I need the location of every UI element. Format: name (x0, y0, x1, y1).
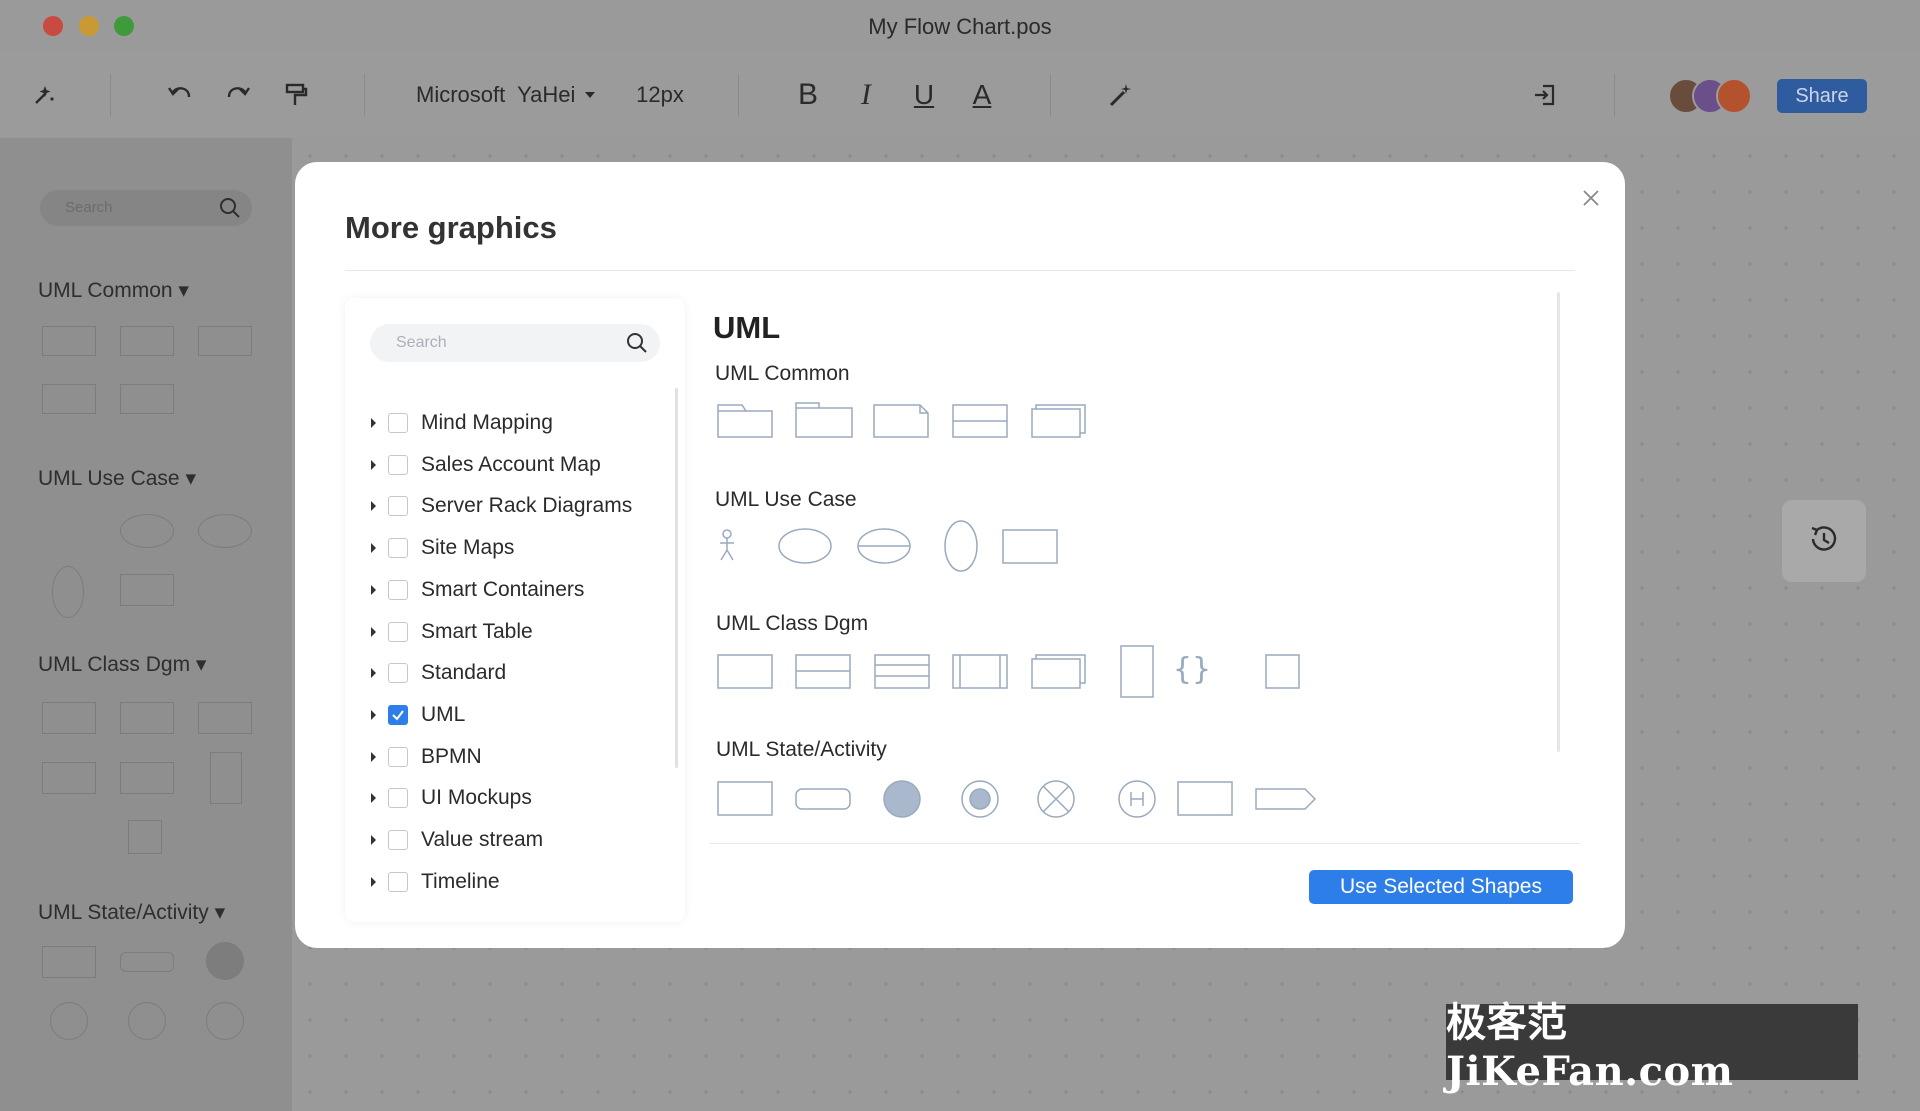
sidebar-section-label: UML State/Activity (38, 901, 209, 924)
font-color-label: A (972, 79, 992, 110)
watermark: 极客范 JiKeFan.com (1446, 999, 1858, 1095)
shape-stacked-box[interactable] (1031, 404, 1086, 438)
chevron-down-icon (585, 92, 596, 98)
shape-vertical-ellipse[interactable] (944, 520, 978, 572)
shape-library: {} (717, 402, 1317, 818)
title-bar: My Flow Chart.pos (0, 0, 1920, 52)
shape-history-state[interactable] (1118, 780, 1156, 818)
toolbar: Microsoft YaHei 12px B I U A Share (0, 52, 1920, 138)
history-button[interactable] (1782, 500, 1866, 582)
share-button[interactable]: Share (1777, 79, 1867, 113)
avatar[interactable] (1716, 78, 1752, 114)
font-color-button[interactable]: A (964, 52, 1000, 138)
shape-state[interactable] (717, 781, 773, 816)
sidebar-shape[interactable] (42, 326, 96, 356)
magic-sparkle-icon[interactable] (24, 52, 64, 138)
sidebar-shape[interactable] (120, 514, 174, 548)
export-icon[interactable] (1525, 52, 1565, 138)
sidebar-shape[interactable] (42, 384, 96, 414)
shape-object[interactable] (1265, 654, 1300, 689)
shape-send-signal[interactable] (1255, 788, 1317, 810)
sidebar-shape[interactable] (210, 752, 242, 804)
sidebar-shape[interactable] (120, 762, 174, 794)
redo-icon[interactable] (218, 52, 258, 138)
sidebar-section-label: UML Use Case (38, 467, 180, 490)
sidebar-shape[interactable] (128, 1002, 166, 1040)
italic-button[interactable]: I (848, 52, 884, 138)
sidebar-section-uml-use-case[interactable]: UML Use Case ▾ (38, 466, 196, 491)
sidebar-shape[interactable] (42, 762, 96, 794)
undo-icon[interactable] (160, 52, 200, 138)
sidebar-section-uml-state-activity[interactable]: UML State/Activity ▾ (38, 900, 225, 925)
shape-system-boundary[interactable] (1002, 529, 1058, 564)
shape-initial-node[interactable] (883, 780, 921, 818)
shape-use-case-split[interactable] (857, 528, 911, 564)
sidebar-shape[interactable] (120, 952, 174, 972)
shape-class-2[interactable] (795, 654, 851, 689)
sidebar-shape[interactable] (198, 514, 252, 548)
shape-note[interactable] (873, 404, 929, 438)
shape-flow-final[interactable] (1037, 780, 1075, 818)
magic-wand-icon[interactable] (1100, 52, 1140, 138)
sidebar-shape[interactable] (120, 384, 174, 414)
font-size-select[interactable]: 12px (630, 52, 690, 138)
sidebar-section-uml-common[interactable]: UML Common ▾ (38, 278, 189, 303)
shape-use-case[interactable] (778, 528, 832, 564)
sidebar-search-placeholder: Search (65, 199, 113, 216)
sidebar-shape[interactable] (206, 1002, 244, 1040)
sidebar-search-input[interactable]: Search (40, 190, 252, 226)
shape-region[interactable] (1177, 781, 1233, 816)
sidebar-shape[interactable] (50, 1002, 88, 1040)
sidebar-shape[interactable] (42, 702, 96, 734)
svg-text:{}: {} (1173, 652, 1211, 687)
shape-lifeline[interactable] (1120, 645, 1154, 698)
sidebar-section-label: UML Common (38, 279, 173, 302)
sidebar-shape[interactable] (42, 946, 96, 978)
sidebar-shape[interactable] (120, 574, 174, 606)
shape-final-node[interactable] (961, 780, 999, 818)
bold-button[interactable]: B (790, 52, 826, 138)
shape-activity[interactable] (795, 788, 851, 810)
divider (710, 843, 1580, 844)
sidebar-shape[interactable] (198, 326, 252, 356)
sidebar-shape[interactable] (206, 942, 244, 980)
sidebar-section-uml-class-dgm[interactable]: UML Class Dgm ▾ (38, 652, 206, 677)
format-painter-icon[interactable] (276, 52, 316, 138)
font-family-value: Microsoft YaHei (416, 82, 576, 107)
shape-package-tab[interactable] (795, 402, 853, 438)
shape-active-class[interactable] (952, 654, 1008, 689)
shape-class-3[interactable] (874, 654, 930, 689)
search-icon (218, 196, 242, 225)
underline-button[interactable]: U (906, 52, 942, 138)
use-selected-shapes-button[interactable]: Use Selected Shapes (1309, 870, 1573, 904)
history-icon (1804, 519, 1844, 564)
font-size-value: 12px (636, 82, 684, 107)
sidebar-shape[interactable] (198, 702, 252, 734)
shape-sidebar: Search UML Common ▾ UML Use Case ▾ UML C… (0, 138, 292, 1111)
sidebar-shape[interactable] (52, 566, 84, 618)
shape-actor[interactable] (720, 529, 734, 561)
more-graphics-dialog: More graphics Search Mind Mapping Sales A… (295, 162, 1625, 948)
bold-label: B (797, 78, 818, 111)
sidebar-section-label: UML Class Dgm (38, 653, 191, 676)
shape-split-box[interactable] (952, 404, 1008, 438)
underline-label: U (913, 79, 935, 110)
font-family-select[interactable]: Microsoft YaHei (416, 52, 616, 138)
sidebar-shape[interactable] (128, 820, 162, 854)
shape-stacked-class[interactable] (1031, 654, 1086, 689)
sidebar-shape[interactable] (120, 326, 174, 356)
window-title: My Flow Chart.pos (868, 14, 1052, 39)
shape-class[interactable] (717, 654, 773, 689)
italic-label: I (861, 78, 871, 111)
shape-package[interactable] (717, 404, 773, 438)
sidebar-shape[interactable] (120, 702, 174, 734)
